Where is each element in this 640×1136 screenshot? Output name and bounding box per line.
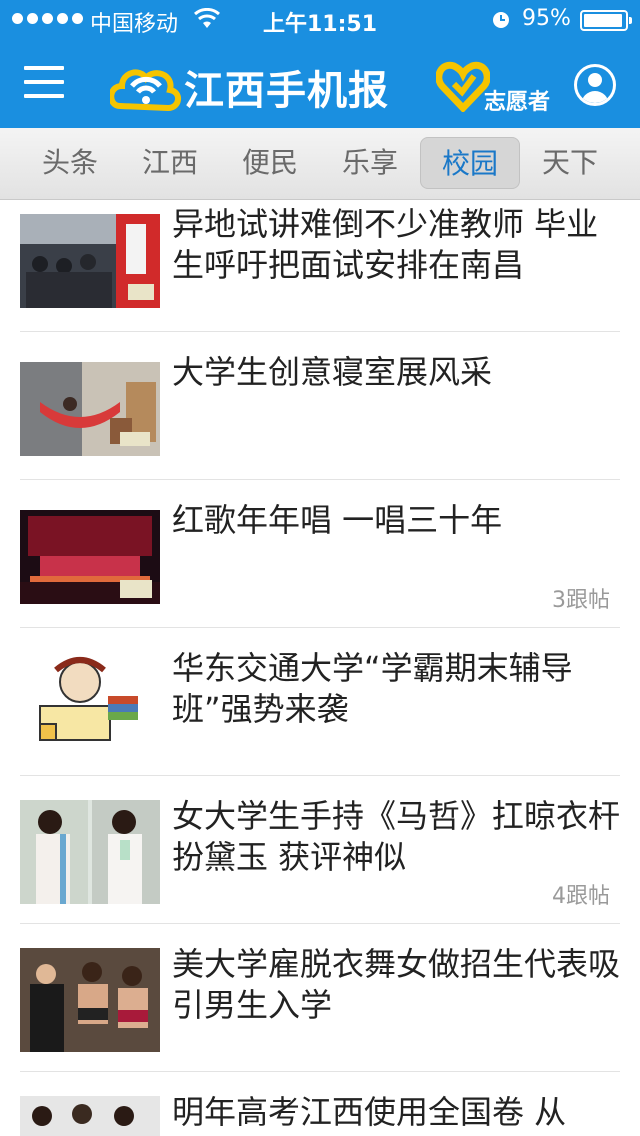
status-bar: 中国移动 上午11:51 95% <box>0 0 640 40</box>
tab-lexiang[interactable]: 乐享 <box>320 137 420 189</box>
news-title: 大学生创意寝室展风采 <box>172 353 493 391</box>
news-thumbnail <box>20 652 160 756</box>
top-bar: 中国移动 上午11:51 95% 江西手机报 志愿者 <box>0 0 640 128</box>
category-tabs: 头条 江西 便民 乐享 校园 天下 <box>0 128 640 200</box>
news-thumbnail <box>20 948 160 1052</box>
tab-toutiao[interactable]: 头条 <box>20 137 120 189</box>
app-title-text: 江西手机报 <box>184 68 389 114</box>
news-title: 异地试讲难倒不少准教师 毕业生呼吁把面试安排在南昌 <box>172 205 599 284</box>
tab-bianmin[interactable]: 便民 <box>220 137 320 189</box>
news-title: 明年高考江西使用全国卷 从 <box>172 1093 567 1131</box>
tab-tianxia[interactable]: 天下 <box>520 137 620 189</box>
news-title: 华东交通大学“学霸期末辅导班”强势来袭 <box>172 649 573 728</box>
menu-icon <box>24 66 64 70</box>
reply-count: 4跟帖 <box>552 884 610 909</box>
news-item[interactable]: 女大学生手持《马哲》扛晾衣杆扮黛玉 获评神似 4跟帖 <box>20 776 620 924</box>
news-title: 美大学雇脱衣舞女做招生代表吸引男生入学 <box>172 945 621 1024</box>
news-item[interactable]: 明年高考江西使用全国卷 从 <box>20 1072 620 1136</box>
logo-icon <box>110 69 181 112</box>
news-thumbnail <box>20 1096 160 1136</box>
news-thumbnail <box>20 800 160 904</box>
volunteer-heart-icon <box>436 61 490 112</box>
app-title: 江西手机报 <box>184 58 389 116</box>
news-item[interactable]: 红歌年年唱 一唱三十年 3跟帖 <box>20 480 620 628</box>
alarm-icon <box>493 12 509 28</box>
reply-count: 3跟帖 <box>552 588 610 613</box>
news-thumbnail <box>20 510 160 604</box>
news-thumbnail <box>20 362 160 456</box>
news-item[interactable]: 大学生创意寝室展风采 <box>20 332 620 480</box>
tab-xiaoyuan[interactable]: 校园 <box>420 137 520 189</box>
menu-button[interactable] <box>24 66 64 100</box>
news-title: 女大学生手持《马哲》扛晾衣杆扮黛玉 获评神似 <box>172 797 621 876</box>
news-item[interactable]: 美大学雇脱衣舞女做招生代表吸引男生入学 <box>20 924 620 1072</box>
volunteer-label: 志愿者 <box>484 90 551 115</box>
battery-percent: 95% <box>522 6 571 31</box>
battery-icon <box>580 10 632 31</box>
volunteer-button[interactable]: 志愿者 <box>436 60 556 116</box>
user-button[interactable] <box>574 64 616 106</box>
news-title: 红歌年年唱 一唱三十年 <box>172 501 503 539</box>
tab-jiangxi[interactable]: 江西 <box>120 137 220 189</box>
news-item[interactable]: 华东交通大学“学霸期末辅导班”强势来袭 <box>20 628 620 776</box>
news-thumbnail <box>20 214 160 308</box>
news-item[interactable]: 异地试讲难倒不少准教师 毕业生呼吁把面试安排在南昌 <box>20 200 620 332</box>
